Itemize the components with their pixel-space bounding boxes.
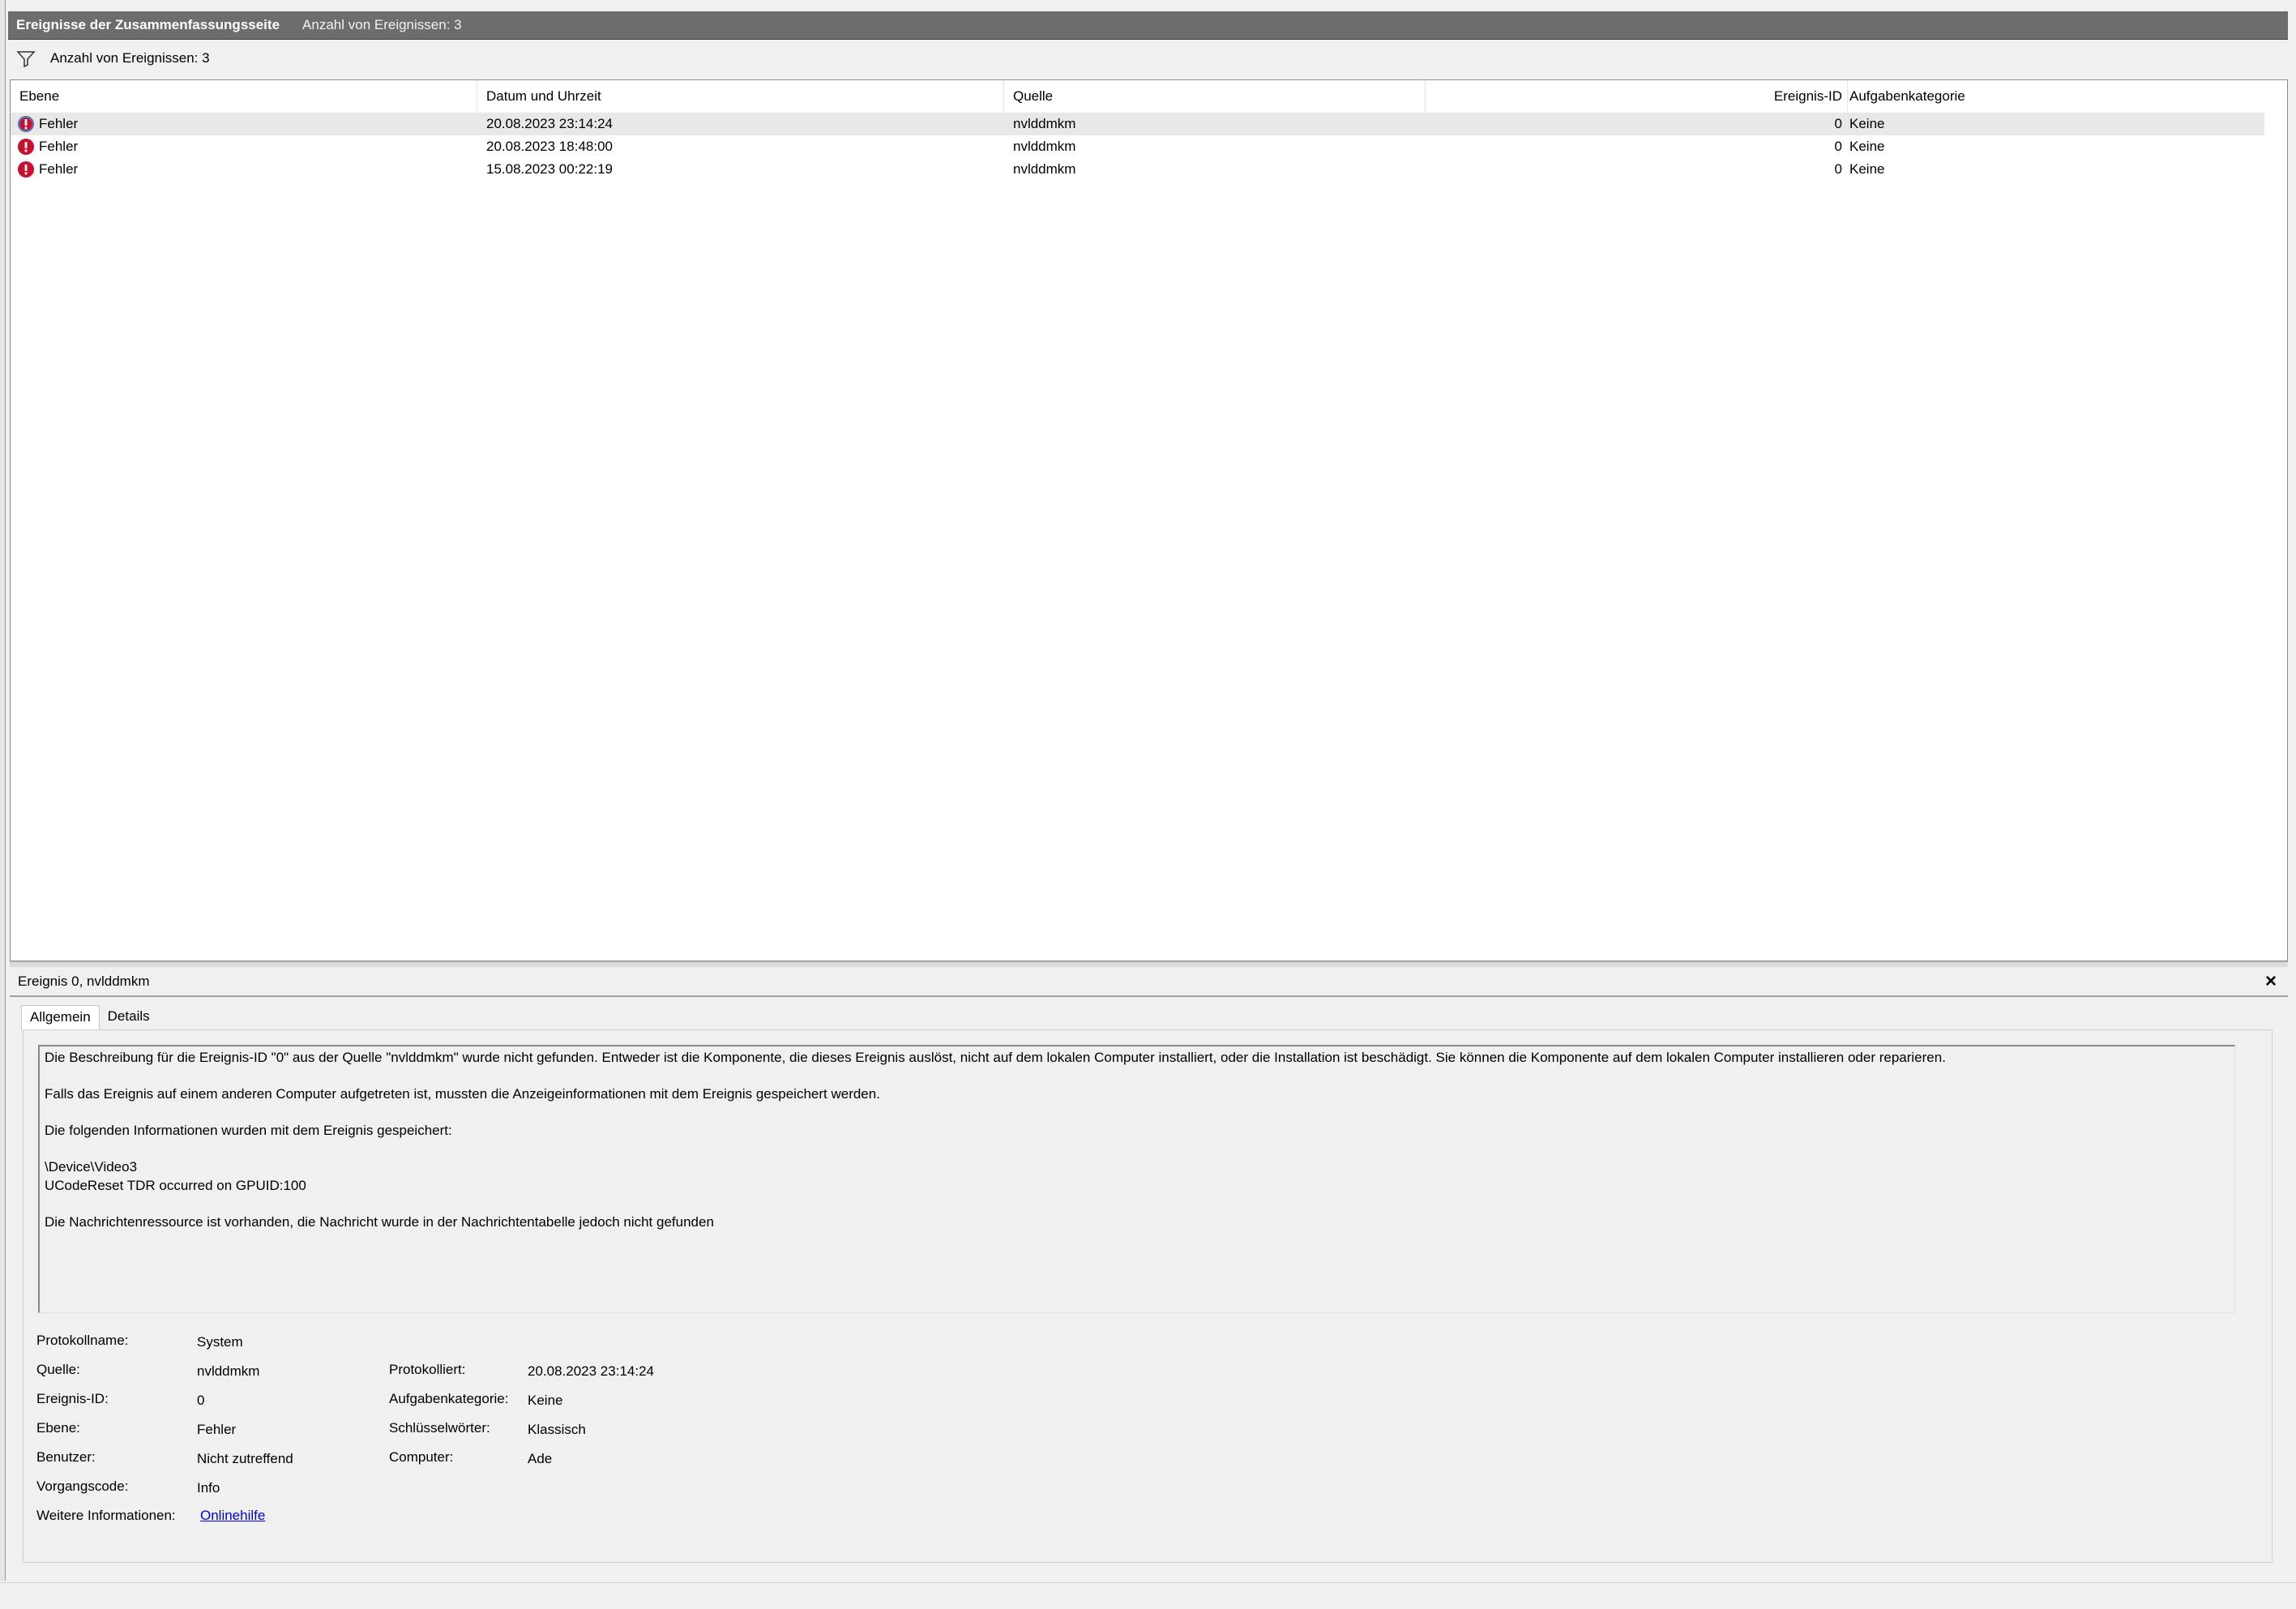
event-list-header: Ebene Datum und Uhrzeit Quelle Ereignis-… xyxy=(11,80,2264,113)
log-name-value: System xyxy=(197,1334,243,1350)
description-line: Die Beschreibung für die Ereignis-ID "0"… xyxy=(45,1050,1946,1065)
error-icon xyxy=(18,161,34,178)
window-left-border xyxy=(0,0,6,1581)
column-header-source[interactable]: Quelle xyxy=(1013,88,1053,105)
table-row[interactable]: Fehler 20.08.2023 18:48:00 nvlddmkm 0 Ke… xyxy=(11,135,2264,158)
cell-level: Fehler xyxy=(39,116,79,131)
column-separator[interactable] xyxy=(1003,80,1004,113)
filter-icon[interactable] xyxy=(16,49,36,67)
detail-title: Ereignis 0, nvlddmkm xyxy=(18,974,150,989)
cell-source: nvlddmkm xyxy=(1013,116,1076,131)
cell-task-category: Keine xyxy=(1849,161,1885,177)
tab-details[interactable]: Details xyxy=(100,1005,158,1029)
cell-event-id: 0 xyxy=(1834,116,1842,131)
task-category-value: Keine xyxy=(528,1393,563,1408)
cell-source: nvlddmkm xyxy=(1013,139,1076,154)
summary-event-count: Anzahl von Ereignissen: 3 xyxy=(302,17,462,32)
pane-splitter[interactable] xyxy=(10,961,2288,967)
description-line: \Device\Video3 xyxy=(45,1159,138,1175)
filter-event-count: Anzahl von Ereignissen: 3 xyxy=(50,50,210,66)
event-list[interactable]: Ebene Datum und Uhrzeit Quelle Ereignis-… xyxy=(10,79,2288,961)
logged-value: 20.08.2023 23:14:24 xyxy=(528,1363,654,1379)
keywords-value: Klassisch xyxy=(528,1422,586,1437)
level-value: Fehler xyxy=(197,1422,237,1437)
event-id-label: Ereignis-ID: xyxy=(36,1391,109,1406)
column-header-level[interactable]: Ebene xyxy=(19,88,59,105)
detail-title-bar: Ereignis 0, nvlddmkm × xyxy=(10,968,2288,997)
status-strip xyxy=(0,1582,2296,1609)
keywords-label: Schlüsselwörter: xyxy=(389,1420,490,1436)
opcode-label: Vorgangscode: xyxy=(36,1478,129,1494)
more-info-label: Weitere Informationen: xyxy=(36,1508,176,1523)
table-row[interactable]: Fehler 15.08.2023 00:22:19 nvlddmkm 0 Ke… xyxy=(11,158,2264,181)
user-label: Benutzer: xyxy=(36,1449,96,1465)
column-separator[interactable] xyxy=(1425,80,1426,113)
cell-datetime: 20.08.2023 23:14:24 xyxy=(486,116,613,131)
table-row[interactable]: Fehler 20.08.2023 23:14:24 nvlddmkm 0 Ke… xyxy=(11,113,2264,135)
cell-task-category: Keine xyxy=(1849,116,1885,131)
column-header-event-id[interactable]: Ereignis-ID xyxy=(1734,88,1842,105)
cell-event-id: 0 xyxy=(1834,139,1842,154)
cell-level: Fehler xyxy=(39,139,79,154)
cell-datetime: 20.08.2023 18:48:00 xyxy=(486,139,613,154)
logged-label: Protokolliert: xyxy=(389,1362,466,1377)
description-line: Falls das Ereignis auf einem anderen Com… xyxy=(45,1086,880,1102)
source-value: nvlddmkm xyxy=(197,1363,260,1379)
level-label: Ebene: xyxy=(36,1420,80,1436)
detail-tabs: Allgemein Details xyxy=(21,1005,158,1030)
opcode-value: Info xyxy=(197,1480,220,1496)
source-label: Quelle: xyxy=(36,1362,80,1377)
user-value: Nicht zutreffend xyxy=(197,1451,293,1466)
log-name-label: Protokollname: xyxy=(36,1333,129,1348)
summary-title-bar: Ereignisse der Zusammenfassungsseite Anz… xyxy=(8,11,2288,40)
event-detail-pane: Ereignis 0, nvlddmkm × Allgemein Details… xyxy=(10,968,2288,1579)
cell-source: nvlddmkm xyxy=(1013,161,1076,177)
filter-bar: Anzahl von Ereignissen: 3 xyxy=(8,44,2288,73)
task-category-label: Aufgabenkategorie: xyxy=(389,1391,509,1406)
description-line: Die Nachrichtenressource ist vorhanden, … xyxy=(45,1214,714,1230)
column-header-task-category[interactable]: Aufgabenkategorie xyxy=(1849,88,1965,105)
column-header-datetime[interactable]: Datum und Uhrzeit xyxy=(486,88,601,105)
error-icon xyxy=(18,116,34,132)
event-description[interactable]: Die Beschreibung für die Ereignis-ID "0"… xyxy=(38,1045,2235,1313)
description-line: UCodeReset TDR occurred on GPUID:100 xyxy=(45,1178,306,1193)
computer-label: Computer: xyxy=(389,1449,454,1465)
cell-level: Fehler xyxy=(39,161,79,177)
tab-allgemein[interactable]: Allgemein xyxy=(21,1005,100,1030)
online-help-link[interactable]: Onlinehilfe xyxy=(200,1508,265,1524)
description-line: Die folgenden Informationen wurden mit d… xyxy=(45,1123,452,1138)
error-icon xyxy=(18,139,34,155)
tab-general-content: Die Beschreibung für die Ereignis-ID "0"… xyxy=(23,1029,2272,1563)
event-id-value: 0 xyxy=(197,1393,205,1408)
vertical-scrollbar[interactable] xyxy=(2266,80,2287,961)
close-button[interactable]: × xyxy=(2265,971,2277,992)
cell-datetime: 15.08.2023 00:22:19 xyxy=(486,161,613,177)
summary-title: Ereignisse der Zusammenfassungsseite xyxy=(16,17,280,32)
column-separator[interactable] xyxy=(1847,80,1848,113)
cell-event-id: 0 xyxy=(1834,161,1842,177)
computer-value: Ade xyxy=(528,1451,553,1466)
cell-task-category: Keine xyxy=(1849,139,1885,154)
